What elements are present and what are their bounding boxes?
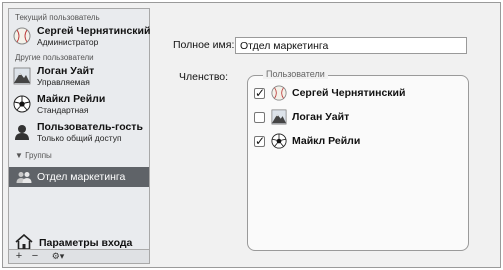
sidebar-bottom-toolbar: + − ⚙▾ [9,249,149,263]
member-checkbox-michael[interactable]: ✓ [254,134,266,148]
michael-name: Майкл Рейли [37,93,106,105]
current-user-role: Администратор [37,37,99,47]
group-icon [16,172,32,183]
member-row-michael[interactable]: ✓ Майкл Рейли [254,133,464,151]
current-user-name: Сергей Чернятинский [37,25,151,37]
house-icon [15,234,33,250]
remove-user-button[interactable]: − [29,250,41,263]
sidebar-item-guest[interactable]: Пользователь-гость Только общий доступ [13,121,147,145]
soccer-ball-icon [271,133,287,149]
mountain-icon [13,67,31,85]
baseball-icon [13,27,31,45]
checkmark-icon: ✓ [255,86,266,100]
member-name-logan: Логан Уайт [292,111,350,123]
michael-role: Стандартная [37,105,89,115]
sidebar-item-current-user[interactable]: Сергей Чернятинский Администратор [13,25,151,49]
fullname-label: Полное имя: [173,39,235,51]
checkmark-icon: ✓ [255,134,266,148]
sidebar: Текущий пользователь Сергей Чернятинский… [8,8,150,264]
member-row-sergey[interactable]: ✓ Сергей Чернятинский [254,85,464,103]
sidebar-item-logan[interactable]: Логан Уайт Управляемая [13,65,147,89]
add-user-button[interactable]: + [13,250,25,263]
member-name-michael: Майкл Рейли [292,135,361,147]
mountain-icon [271,109,287,125]
users-groups-window: Текущий пользователь Сергей Чернятинский… [2,2,501,268]
guest-user-icon [15,125,29,140]
membership-label: Членство: [179,71,229,83]
logan-name: Логан Уайт [37,65,95,77]
guest-name: Пользователь-гость [37,121,143,133]
soccer-ball-icon [13,95,31,113]
sidebar-item-michael[interactable]: Майкл Рейли Стандартная [13,93,147,117]
member-name-sergey: Сергей Чернятинский [292,87,406,99]
member-checkbox-sergey[interactable]: ✓ [254,86,266,100]
groups-section-label: Группы [25,151,52,160]
guest-role: Только общий доступ [37,133,122,143]
action-menu-button[interactable]: ⚙▾ [47,250,69,263]
marketing-group-label: Отдел маркетинга [37,171,126,183]
sidebar-item-marketing-group[interactable]: Отдел маркетинга [9,167,149,187]
fullname-input[interactable] [235,37,467,54]
logan-role: Управляемая [37,77,90,87]
groups-section-title: ▼ Группы [15,151,52,160]
member-row-logan[interactable]: Логан Уайт [254,109,464,127]
current-user-section-title: Текущий пользователь [15,13,100,22]
member-checkbox-logan[interactable] [254,112,265,123]
other-users-section-title: Другие пользователи [15,53,94,62]
members-legend: Пользователи [263,69,328,79]
login-options-label: Параметры входа [39,237,133,249]
disclosure-triangle-icon[interactable]: ▼ [15,151,25,160]
baseball-icon [271,85,287,101]
